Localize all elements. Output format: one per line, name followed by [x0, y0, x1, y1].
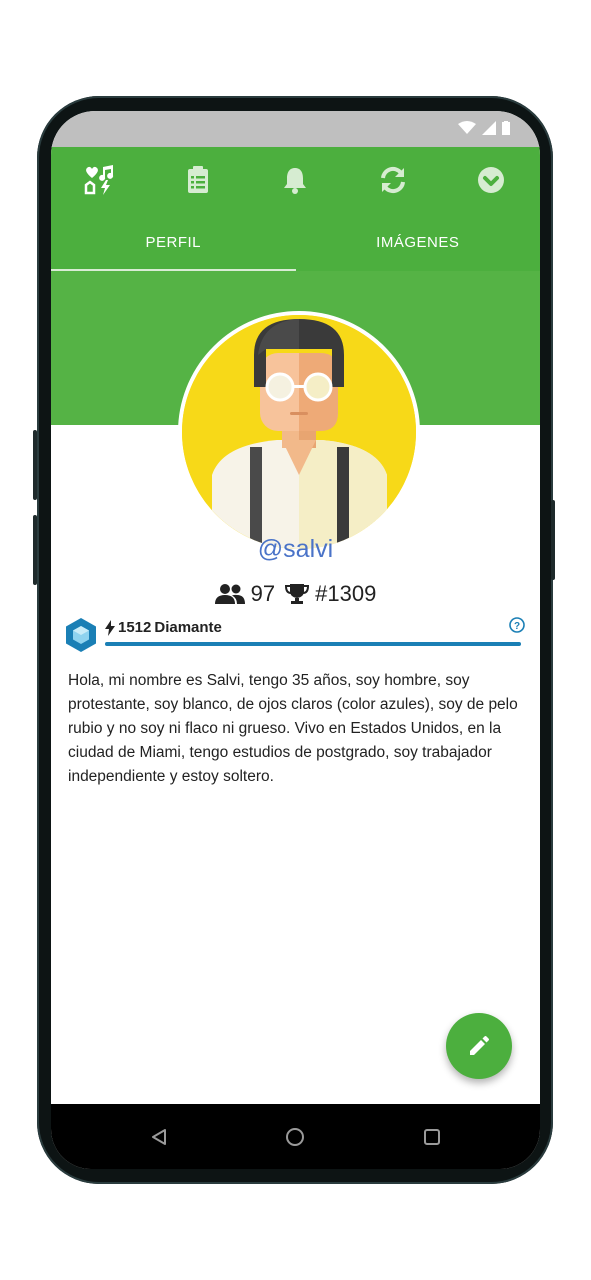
level-progress-bar — [105, 642, 521, 646]
level-row: 1512 Diamante ? — [63, 615, 525, 655]
check-circle-icon — [478, 167, 505, 193]
preferences-button[interactable] — [76, 156, 124, 204]
home-button[interactable] — [275, 1117, 315, 1157]
avatar[interactable] — [178, 311, 420, 553]
phone-side-button — [33, 430, 37, 500]
rank-value: #1309 — [315, 581, 377, 606]
profile-bio: Hola, mi nombre es Salvi, tengo 35 años,… — [68, 672, 518, 785]
level-progress-fill — [105, 642, 521, 646]
level-points: 1512 — [118, 619, 152, 636]
clipboard-button[interactable] — [174, 156, 222, 204]
app-screen: PERFIL IMÁGENES @salvi 97 #1309 1512 Dia… — [51, 111, 540, 1169]
profile-tabs: PERFIL IMÁGENES — [51, 213, 540, 271]
users-icon — [214, 584, 245, 604]
edit-profile-button[interactable] — [446, 1013, 512, 1079]
help-icon[interactable]: ? — [509, 617, 525, 633]
recents-button[interactable] — [412, 1117, 452, 1157]
phone-side-button — [33, 515, 37, 585]
preferences-icon — [84, 165, 114, 195]
tab-perfil-label: PERFIL — [145, 233, 201, 251]
notifications-button[interactable] — [271, 156, 319, 204]
phone-side-button — [551, 500, 555, 580]
bolt-icon — [105, 619, 115, 636]
recents-icon — [423, 1128, 440, 1145]
pencil-icon — [470, 1036, 489, 1055]
back-icon — [152, 1128, 167, 1145]
clipboard-icon — [187, 166, 208, 193]
system-nav-bar — [51, 1104, 540, 1169]
bell-icon — [284, 168, 307, 194]
level-label: 1512 Diamante — [105, 619, 222, 636]
tab-imagenes-label: IMÁGENES — [376, 233, 460, 251]
sync-icon — [381, 166, 406, 194]
back-button[interactable] — [139, 1117, 179, 1157]
battery-icon — [502, 121, 510, 135]
top-toolbar — [51, 147, 540, 213]
username: @salvi — [257, 535, 334, 563]
trophy-icon — [285, 584, 310, 604]
home-icon — [286, 1127, 305, 1146]
svg-text:?: ? — [514, 621, 520, 632]
rank-stat[interactable]: #1309 — [285, 581, 376, 607]
level-name: Diamante — [154, 619, 222, 636]
sync-button[interactable] — [369, 156, 417, 204]
check-button[interactable] — [467, 156, 515, 204]
friends-stat[interactable]: 97 — [214, 581, 276, 607]
tab-perfil[interactable]: PERFIL — [51, 213, 296, 271]
avatar-illustration — [182, 315, 416, 549]
signal-icon — [482, 121, 496, 135]
profile-stats: 97 #1309 — [51, 581, 540, 607]
wifi-icon — [458, 121, 476, 134]
status-bar — [51, 111, 540, 147]
friends-count: 97 — [250, 581, 276, 606]
tab-imagenes[interactable]: IMÁGENES — [296, 213, 541, 271]
diamond-level-icon — [66, 618, 96, 652]
